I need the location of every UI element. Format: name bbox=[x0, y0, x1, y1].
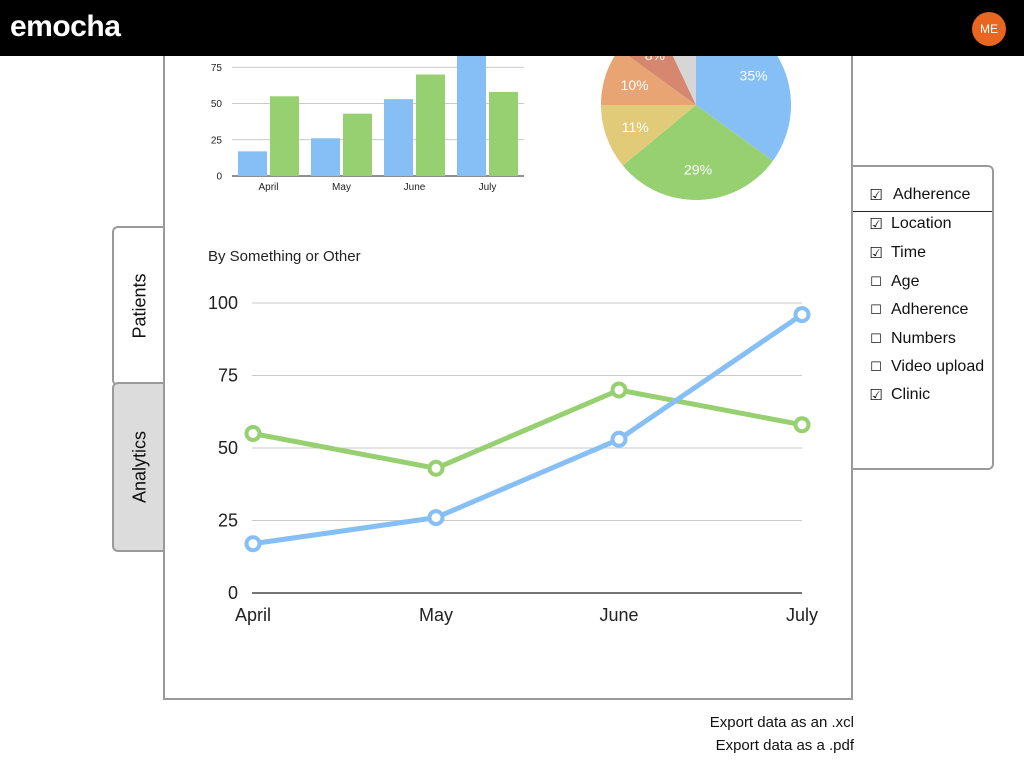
bar bbox=[489, 91, 518, 176]
line-point bbox=[427, 509, 445, 527]
line-point bbox=[610, 430, 628, 448]
bar bbox=[457, 56, 486, 176]
line-x-tick-label: April bbox=[235, 605, 271, 625]
filter-item-label: Adherence bbox=[893, 186, 971, 203]
line-y-tick-label: 25 bbox=[218, 511, 238, 531]
export-pdf-link[interactable]: Export data as a .pdf bbox=[716, 737, 854, 754]
line-series bbox=[250, 387, 805, 471]
bar-chart: 0 25 50 75 April May June July bbox=[211, 56, 524, 193]
line-x-tick-label: June bbox=[599, 605, 638, 625]
line-x-tick-label: May bbox=[419, 605, 453, 625]
line-point bbox=[793, 306, 811, 324]
filter-item[interactable]: ☐ Age bbox=[869, 271, 919, 293]
line-x-tick-label: July bbox=[786, 605, 818, 625]
filter-item-label: Age bbox=[891, 273, 920, 290]
pie-slice-label: 10% bbox=[621, 77, 649, 93]
line-y-tick-label: 100 bbox=[208, 293, 238, 313]
bar bbox=[384, 99, 413, 176]
bar-y-tick-label: 0 bbox=[216, 172, 222, 183]
filter-item-label: Numbers bbox=[891, 330, 956, 347]
checkbox-checked-icon[interactable]: ☑ bbox=[869, 386, 883, 404]
pie-slice-label: 35% bbox=[740, 68, 768, 84]
filter-item[interactable]: ☐ Video upload bbox=[869, 356, 984, 378]
bar bbox=[343, 113, 372, 176]
pie-slice-label: 29% bbox=[684, 162, 712, 178]
filter-item[interactable]: ☐ Numbers bbox=[869, 328, 956, 350]
pie-slice-label: 8% bbox=[645, 47, 665, 63]
checkbox-checked-icon[interactable]: ☑ bbox=[869, 215, 883, 233]
bar-x-tick-label: May bbox=[332, 182, 351, 193]
line-chart: By Something or Other 0 25 50 75 100 April May J… bbox=[208, 248, 818, 625]
line-point bbox=[793, 416, 811, 434]
bar bbox=[270, 96, 299, 176]
bar-y-tick-label: 50 bbox=[211, 99, 223, 110]
bar-x-tick-label: June bbox=[404, 182, 426, 193]
line-point bbox=[244, 535, 262, 553]
line-point bbox=[244, 425, 262, 442]
line-point bbox=[610, 381, 628, 399]
filter-item[interactable]: ☑ Clinic bbox=[869, 384, 930, 406]
pie-slice-label: 11% bbox=[622, 119, 649, 135]
bar bbox=[238, 151, 267, 176]
filter-item[interactable]: ☑ Time bbox=[869, 242, 926, 264]
bar-y-tick-label: 25 bbox=[211, 135, 223, 146]
checkbox-checked-icon[interactable]: ☑ bbox=[869, 244, 883, 262]
export-xcl-link[interactable]: Export data as an .xcl bbox=[710, 714, 854, 731]
line-y-tick-label: 75 bbox=[218, 366, 238, 386]
filter-item-label: Adherence bbox=[891, 301, 969, 318]
filter-item-label: Video upload bbox=[891, 358, 985, 375]
bar bbox=[416, 74, 445, 176]
filter-item[interactable]: ☐ Adherence bbox=[869, 299, 968, 321]
line-y-tick-label: 0 bbox=[228, 583, 238, 603]
filter-item-label: Time bbox=[891, 244, 926, 261]
checkbox-checked-icon[interactable]: ☑ bbox=[869, 186, 883, 204]
bar-x-tick-label: July bbox=[479, 182, 497, 193]
line-point bbox=[427, 459, 445, 477]
checkbox-unchecked-icon[interactable]: ☐ bbox=[869, 274, 883, 290]
filter-item-label: Clinic bbox=[891, 386, 931, 403]
filter-header-divider bbox=[853, 211, 992, 212]
line-chart-title: By Something or Other bbox=[208, 248, 361, 265]
filter-item[interactable]: ☑ Location bbox=[869, 213, 952, 235]
line-y-tick-label: 50 bbox=[218, 438, 238, 458]
filter-item[interactable]: ☑ Adherence bbox=[869, 184, 970, 206]
checkbox-unchecked-icon[interactable]: ☐ bbox=[869, 302, 883, 318]
bar bbox=[311, 138, 340, 176]
checkbox-unchecked-icon[interactable]: ☐ bbox=[869, 359, 883, 375]
bar-x-tick-label: April bbox=[258, 182, 278, 193]
checkbox-unchecked-icon[interactable]: ☐ bbox=[869, 331, 883, 347]
filter-item-label: Location bbox=[891, 215, 952, 232]
pie-chart: 35% 29% 11% 10% 8% bbox=[601, 47, 791, 200]
bar-y-tick-label: 75 bbox=[211, 63, 223, 74]
